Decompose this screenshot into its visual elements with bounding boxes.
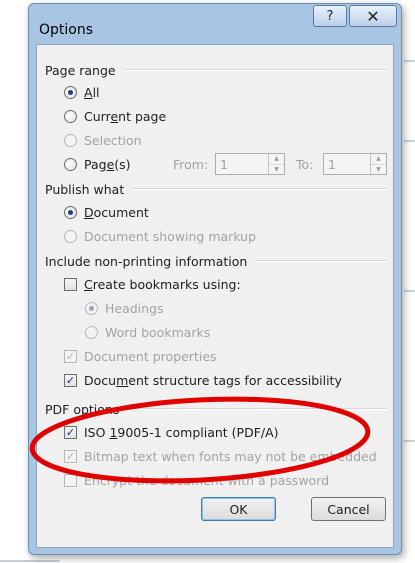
radio-current-page-label: Current page [84,108,167,124]
options-dialog: Options ? ✕ Page range All Current page … [28,3,402,555]
check-structure-tags-box[interactable]: ✓ [64,373,77,387]
cancel-button[interactable]: Cancel [311,497,386,521]
radio-headings-label: Headings [105,300,164,316]
radio-all-label: All [84,84,100,100]
check-encrypt-box [64,473,77,487]
spin-up-icon[interactable]: ▲ [371,154,386,164]
radio-word-bookmarks-control [85,325,98,339]
pdf-options-header: PDF options [45,401,387,417]
from-spinner[interactable]: 1 ▲ ▼ [215,153,285,175]
page-range-header-text: Page range [45,62,116,78]
to-label: To: [296,156,314,172]
radio-selection: Selection [64,131,142,149]
close-icon: ✕ [366,6,380,26]
to-spinner[interactable]: 1 ▲ ▼ [323,153,387,175]
radio-selection-control [64,133,77,147]
check-create-bookmarks-box[interactable] [64,277,77,291]
spin-down-icon[interactable]: ▼ [269,163,284,175]
spin-up-icon[interactable]: ▲ [269,154,284,164]
radio-document-markup-control [64,229,77,243]
radio-pages-label: Page(s) [84,156,131,172]
cancel-button-label: Cancel [327,501,370,517]
radio-document-label: Document [84,204,149,220]
radio-word-bookmarks: Word bookmarks [85,323,210,341]
check-document-properties-label: Document properties [84,348,217,364]
check-structure-tags[interactable]: ✓ Document structure tags for accessibil… [64,371,342,389]
check-iso-compliant-label: ISO 19005-1 compliant (PDF/A) [84,424,279,440]
check-iso-compliant[interactable]: ✓ ISO 19005-1 compliant (PDF/A) [64,423,279,441]
help-button[interactable]: ? [313,5,347,27]
dialog-client-area: Page range All Current page Selection Pa… [36,44,394,548]
radio-all[interactable]: All [64,83,100,101]
from-value: 1 [220,157,228,172]
ok-button-label: OK [229,501,248,517]
dialog-title: Options [39,22,94,38]
check-bitmap-text-label: Bitmap text when fonts may not be embedd… [84,448,377,464]
radio-current-page[interactable]: Current page [64,107,166,125]
pdf-options-header-text: PDF options [45,401,120,417]
from-spinner-arrows[interactable]: ▲ ▼ [268,154,284,174]
check-iso-compliant-box[interactable]: ✓ [64,425,77,439]
radio-headings-control [85,301,98,315]
to-value: 1 [328,157,336,172]
check-create-bookmarks[interactable]: Create bookmarks using: [64,275,241,293]
publish-what-header-text: Publish what [45,181,125,197]
publish-what-header: Publish what [45,181,387,197]
radio-selection-label: Selection [84,132,142,148]
radio-document-markup: Document showing markup [64,227,256,245]
page-range-header: Page range [45,62,387,78]
close-button[interactable]: ✕ [349,5,397,27]
radio-document[interactable]: Document [64,203,149,221]
radio-document-markup-label: Document showing markup [84,228,257,244]
non-printing-header-text: Include non-printing information [45,253,248,269]
to-spinner-arrows[interactable]: ▲ ▼ [370,154,386,174]
check-encrypt: Encrypt the document with a password [64,471,329,489]
title-bar: Options ? ✕ [29,4,401,44]
radio-headings: Headings [85,299,164,317]
from-label: From: [173,156,209,172]
ok-button[interactable]: OK [201,497,276,521]
radio-word-bookmarks-label: Word bookmarks [105,324,211,340]
help-icon: ? [326,8,334,24]
check-document-properties: ✓ Document properties [64,347,217,365]
radio-all-control[interactable] [64,85,77,99]
non-printing-header: Include non-printing information [45,253,387,269]
check-document-properties-box: ✓ [64,349,77,363]
spin-down-icon[interactable]: ▼ [371,163,386,175]
radio-pages-control[interactable] [64,157,77,171]
radio-current-page-control[interactable] [64,109,77,123]
check-encrypt-label: Encrypt the document with a password [84,472,330,488]
radio-pages[interactable]: Page(s) [64,155,131,173]
check-bitmap-text: ✓ Bitmap text when fonts may not be embe… [64,447,377,465]
check-create-bookmarks-label: Create bookmarks using: [84,276,241,292]
radio-document-control[interactable] [64,205,77,219]
check-bitmap-text-box: ✓ [64,449,77,463]
check-structure-tags-label: Document structure tags for accessibilit… [84,372,342,388]
